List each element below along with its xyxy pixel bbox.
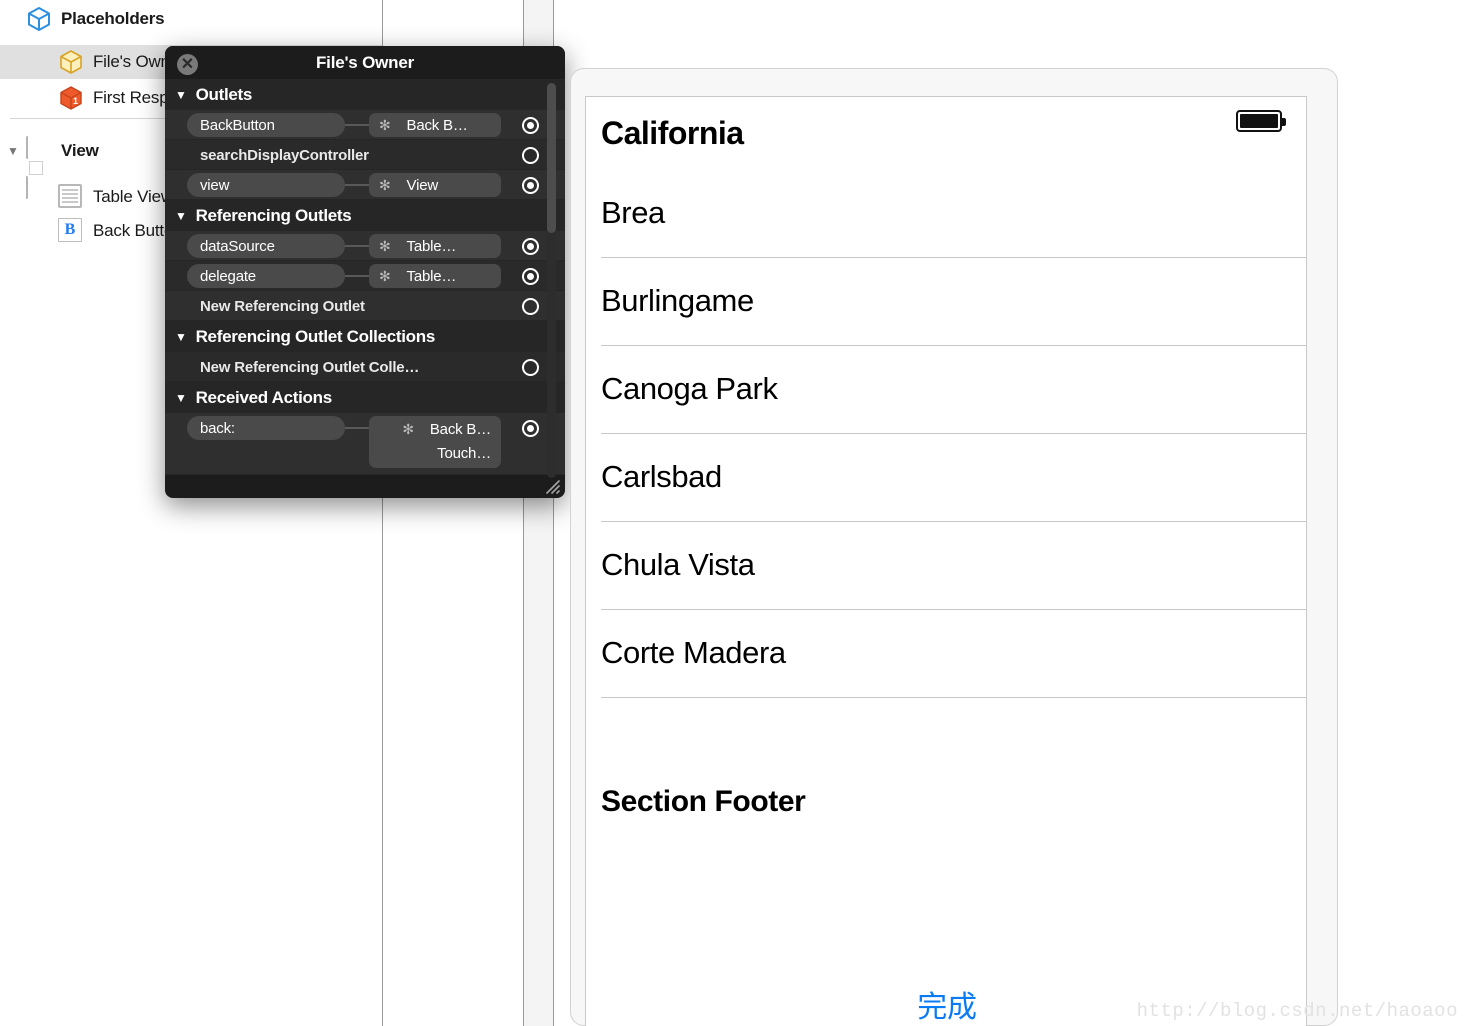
table-row[interactable]: Carlsbad xyxy=(586,433,1306,521)
outline-item-label: Table View xyxy=(93,187,173,206)
svg-text:1: 1 xyxy=(73,96,78,106)
watermark: http://blog.csdn.net/haoaoo xyxy=(1136,1000,1458,1022)
group-label: Referencing Outlet Collections xyxy=(195,326,436,346)
connected-object-pill[interactable]: ✻ View xyxy=(369,173,501,197)
popup-body: ▼ Outlets BackButton ✻ Back B… searchDis… xyxy=(165,79,565,487)
connected-object-label: Table… xyxy=(406,267,457,285)
cube-yellow-icon xyxy=(58,49,84,75)
group-label: Received Actions xyxy=(195,387,333,407)
outline-item-label: Placeholders xyxy=(61,9,165,28)
connection-well[interactable] xyxy=(522,147,539,164)
cube-red-icon: 1 xyxy=(58,85,84,111)
connection-well[interactable] xyxy=(522,298,539,315)
group-header-outlets[interactable]: ▼ Outlets xyxy=(165,79,565,110)
group-header-referencing-outlet-collections[interactable]: ▼ Referencing Outlet Collections xyxy=(165,321,565,352)
cell-separator xyxy=(601,697,1306,698)
group-label: Referencing Outlets xyxy=(195,205,352,225)
device-preview-frame: California Brea Burlingame Canoga Park C… xyxy=(570,68,1338,1026)
popup-title: File's Owner xyxy=(315,52,414,72)
outlet-name-pill[interactable]: delegate xyxy=(187,264,345,288)
screenshot-root: Placeholders File's Owner 1 First Respon… xyxy=(0,0,1466,1026)
close-icon[interactable]: ✕ xyxy=(177,54,198,75)
connection-well[interactable] xyxy=(522,420,539,437)
connection-well[interactable] xyxy=(522,117,539,134)
device-screen: California Brea Burlingame Canoga Park C… xyxy=(585,96,1307,1026)
square-icon xyxy=(26,136,52,199)
disconnect-icon[interactable]: ✻ xyxy=(379,117,391,134)
disconnect-icon[interactable]: ✻ xyxy=(379,238,391,255)
connection-wire xyxy=(345,184,369,186)
connected-object-pill[interactable]: ✻ Table… xyxy=(369,234,501,258)
chevron-down-icon[interactable]: ▼ xyxy=(175,391,187,405)
group-header-received-actions[interactable]: ▼ Received Actions xyxy=(165,382,565,413)
battery-full-icon xyxy=(1236,110,1286,132)
chevron-down-icon[interactable]: ▼ xyxy=(4,145,22,157)
connected-object-label: Back B… xyxy=(429,421,491,439)
b-button-icon: B xyxy=(58,218,84,244)
popup-scrollbar[interactable] xyxy=(547,83,556,478)
outlet-name-pill[interactable]: dataSource xyxy=(187,234,345,258)
connection-well[interactable] xyxy=(522,359,539,376)
group-header-referencing-outlets[interactable]: ▼ Referencing Outlets xyxy=(165,200,565,231)
outlet-name-label: New Referencing Outlet Colle… xyxy=(200,358,420,376)
popup-titlebar: File's Owner xyxy=(165,46,565,79)
connection-row-backbutton[interactable]: BackButton ✻ Back B… xyxy=(165,110,565,140)
disconnect-icon[interactable]: ✻ xyxy=(379,177,391,194)
connected-object-pill[interactable]: ✻ Back B… Touch… xyxy=(369,416,501,468)
table-row[interactable]: Canoga Park xyxy=(586,345,1306,433)
connected-event-label: Touch… xyxy=(437,444,491,462)
connection-row-delegate[interactable]: delegate ✻ Table… xyxy=(165,261,565,291)
table-row[interactable]: Chula Vista xyxy=(586,521,1306,609)
connection-wire xyxy=(345,124,369,126)
outlet-name-pill[interactable]: view xyxy=(187,173,345,197)
outlet-name-label: searchDisplayController xyxy=(200,146,369,164)
chevron-down-icon[interactable]: ▼ xyxy=(175,209,187,223)
connection-row-searchdisplaycontroller[interactable]: searchDisplayController xyxy=(165,140,565,170)
outline-item-placeholders[interactable]: Placeholders xyxy=(0,2,382,36)
resize-grip-icon[interactable] xyxy=(543,477,561,495)
disconnect-icon[interactable]: ✻ xyxy=(402,421,414,438)
connections-inspector-popup[interactable]: File's Owner ✕ ▼ Outlets BackButton ✻ Ba… xyxy=(165,46,565,498)
connection-row-datasource[interactable]: dataSource ✻ Table… xyxy=(165,231,565,261)
connection-wire xyxy=(345,427,369,429)
table-row[interactable]: Burlingame xyxy=(586,257,1306,345)
disconnect-icon[interactable]: ✻ xyxy=(379,268,391,285)
table-row[interactable]: Corte Madera xyxy=(586,609,1306,697)
table-icon xyxy=(58,184,84,210)
connected-object-pill[interactable]: ✻ Table… xyxy=(369,264,501,288)
group-label: Outlets xyxy=(195,84,253,104)
connection-wire xyxy=(345,245,369,247)
chevron-down-icon[interactable]: ▼ xyxy=(175,330,187,344)
connection-row-view[interactable]: view ✻ View xyxy=(165,170,565,200)
table-row[interactable]: Brea xyxy=(586,169,1306,257)
connection-row-new-referencing-outlet[interactable]: New Referencing Outlet xyxy=(165,291,565,321)
connection-wire xyxy=(345,275,369,277)
cube-blue-icon xyxy=(26,6,52,32)
outlet-name-label: New Referencing Outlet xyxy=(200,297,365,315)
connected-object-label: Back B… xyxy=(406,116,468,134)
connection-well[interactable] xyxy=(522,268,539,285)
connected-object-label: View xyxy=(406,176,439,194)
connection-well[interactable] xyxy=(522,238,539,255)
connected-object-label: Table… xyxy=(406,237,457,255)
connection-row-new-referencing-outlet-collection[interactable]: New Referencing Outlet Colle… xyxy=(165,352,565,382)
connected-object-pill[interactable]: ✻ Back B… xyxy=(369,113,501,137)
connection-well[interactable] xyxy=(522,177,539,194)
action-name-pill[interactable]: back: xyxy=(187,416,345,440)
table-section-header: California xyxy=(601,114,744,151)
table-section-footer: Section Footer xyxy=(601,785,806,818)
outline-item-label: View xyxy=(61,141,99,160)
connection-row-back-action[interactable]: back: ✻ Back B… Touch… xyxy=(165,413,565,475)
outlet-name-pill[interactable]: BackButton xyxy=(187,113,345,137)
chevron-down-icon[interactable]: ▼ xyxy=(175,88,187,102)
